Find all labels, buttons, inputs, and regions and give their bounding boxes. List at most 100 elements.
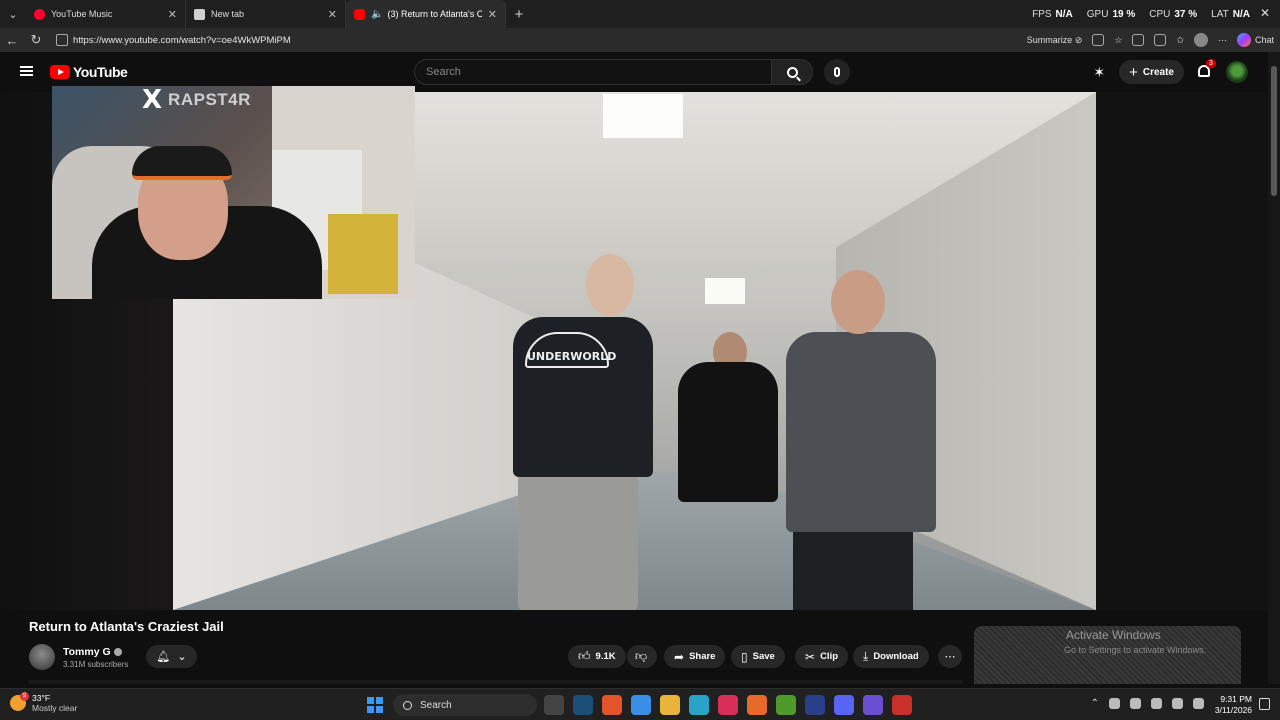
create-button[interactable]: + Create: [1119, 60, 1184, 84]
edge-icon[interactable]: [689, 695, 709, 715]
person-left-legs: [518, 472, 638, 610]
menu-icon[interactable]: [20, 66, 33, 76]
taskbar-search[interactable]: Search: [393, 694, 537, 716]
tab-title: New tab: [211, 9, 245, 19]
video-title: Return to Atlanta's Craziest Jail: [29, 619, 224, 634]
chevron-up-icon[interactable]: ⌃: [1091, 698, 1099, 709]
channel-name[interactable]: Tommy G: [63, 646, 111, 658]
speaker-icon[interactable]: 🔈: [371, 9, 383, 20]
youtube-favicon: [354, 8, 365, 20]
share-button[interactable]: ➦ Share: [664, 645, 726, 668]
ceiling-light: [603, 94, 683, 138]
weather-description: Mostly clear: [32, 703, 78, 713]
clock[interactable]: 9:31 PM 3/11/2026: [1215, 694, 1252, 716]
moon-icon: 9: [10, 692, 29, 711]
windows-taskbar: 9 33°F Mostly clear Search ⌃ 9:31 PM 3/1…: [0, 688, 1280, 720]
chrome-icon[interactable]: [892, 695, 912, 715]
tiktok-icon[interactable]: [718, 695, 738, 715]
scroll-thumb[interactable]: [1271, 66, 1277, 196]
tab-youtube-video[interactable]: 🔈 (3) Return to Atlanta's Crazie ✕: [346, 0, 506, 28]
brave-icon[interactable]: [602, 695, 622, 715]
temperature: 33°F: [32, 693, 51, 703]
volume-icon[interactable]: [1193, 698, 1204, 709]
close-icon[interactable]: ✕: [168, 8, 177, 21]
bookmark-icon: ▯: [741, 649, 748, 664]
brush-icon[interactable]: [1154, 34, 1167, 46]
share-icon: ➦: [674, 649, 685, 664]
url-text: https://www.youtube.com/watch?v=oe4WkWPM…: [73, 34, 291, 46]
thumbs-down-icon: 👎︎: [635, 649, 648, 663]
description-strip: [28, 680, 963, 684]
window-close-icon[interactable]: ✕: [1260, 6, 1270, 20]
microphone-icon: [834, 67, 840, 77]
firefox-icon[interactable]: [747, 695, 767, 715]
player-letterbox-right: [1096, 92, 1268, 610]
x-logo-icon: X: [142, 86, 163, 115]
windows-start-icon[interactable]: [367, 697, 383, 713]
reload-icon[interactable]: ↻: [24, 28, 48, 52]
task-view-icon[interactable]: [544, 695, 564, 715]
save-button[interactable]: ▯ Save: [731, 645, 785, 668]
cloud-tray-icon[interactable]: [1130, 698, 1141, 709]
apps-icon[interactable]: [1092, 34, 1105, 46]
url-field[interactable]: https://www.youtube.com/watch?v=oe4WkWPM…: [52, 31, 972, 49]
file-explorer-icon[interactable]: [660, 695, 680, 715]
favorite-star-icon[interactable]: ☆: [1114, 35, 1122, 46]
streamer-watermark: X RAPST4R: [142, 86, 251, 115]
steam-tray-icon[interactable]: [1109, 698, 1120, 709]
new-tab-button[interactable]: +: [506, 6, 532, 23]
close-icon[interactable]: ✕: [328, 8, 337, 21]
person-middle: [678, 362, 778, 502]
profile-avatar[interactable]: [1193, 33, 1208, 47]
download-button[interactable]: ⤓ Download: [853, 645, 929, 668]
notepad-icon[interactable]: [631, 695, 651, 715]
favorites-icon[interactable]: ✩: [1176, 35, 1184, 46]
browser-tab-strip: ⌄ YouTube Music ✕ New tab ✕ 🔈 (3) Return…: [0, 0, 1280, 28]
tab-youtube-music[interactable]: YouTube Music ✕: [26, 0, 186, 28]
notifications-button[interactable]: 3: [1198, 59, 1216, 79]
channel-name-row[interactable]: Tommy G: [63, 646, 128, 658]
steam-icon[interactable]: [573, 695, 593, 715]
address-bar-actions: Summarize ⊘ ☆ ✩ ⋯ Chat: [1027, 28, 1274, 52]
dislike-button[interactable]: 👎︎: [627, 645, 657, 668]
subscription-bell-button[interactable]: 🔔︎ ⌄: [146, 645, 197, 668]
ceiling-light: [705, 278, 745, 304]
search-button[interactable]: [771, 59, 813, 85]
voice-search-button[interactable]: [824, 59, 850, 85]
notification-center-icon[interactable]: [1259, 698, 1270, 710]
tab-actions-menu[interactable]: ⌄: [0, 0, 26, 28]
account-avatar[interactable]: [1226, 61, 1248, 83]
search-icon: [403, 700, 412, 710]
youtube-logo[interactable]: YouTube: [50, 64, 128, 80]
system-tray: ⌃: [1091, 698, 1204, 709]
calculator-icon[interactable]: [863, 695, 883, 715]
sparkle-icon[interactable]: ✶: [1093, 64, 1105, 81]
weather-widget[interactable]: 9 33°F Mostly clear: [10, 692, 77, 713]
chat-button[interactable]: Chat: [1236, 33, 1274, 47]
network-icon[interactable]: [1172, 698, 1183, 709]
back-arrow-icon[interactable]: ←: [0, 28, 24, 52]
summarize-button[interactable]: Summarize ⊘: [1027, 35, 1083, 46]
youtube-music-favicon: [34, 8, 45, 20]
nvidia-icon[interactable]: [776, 695, 796, 715]
tab-new-tab[interactable]: New tab ✕: [186, 0, 346, 28]
site-info-icon[interactable]: [56, 34, 68, 46]
more-menu-icon[interactable]: ⋯: [1218, 35, 1227, 46]
chevron-down-icon: ⌄: [177, 651, 187, 663]
channel-info: Tommy G 3.31M subscribers: [29, 643, 128, 671]
close-icon[interactable]: ✕: [488, 8, 497, 21]
search-input[interactable]: [426, 66, 771, 78]
search-field[interactable]: [414, 59, 772, 85]
weather-text: 33°F Mostly clear: [32, 693, 77, 713]
more-actions-button[interactable]: ⋯: [938, 645, 962, 668]
media-player-icon[interactable]: [805, 695, 825, 715]
discord-icon[interactable]: [834, 695, 854, 715]
extensions-icon[interactable]: [1132, 34, 1145, 46]
page-scrollbar[interactable]: [1268, 52, 1280, 684]
clip-button[interactable]: ✂ Clip: [795, 645, 849, 668]
like-button[interactable]: 👍︎ 9.1K: [568, 645, 626, 668]
microphone-tray-icon[interactable]: [1151, 698, 1162, 709]
person-head: [831, 270, 885, 334]
channel-text: Tommy G 3.31M subscribers: [63, 646, 128, 669]
channel-avatar[interactable]: [29, 644, 55, 670]
